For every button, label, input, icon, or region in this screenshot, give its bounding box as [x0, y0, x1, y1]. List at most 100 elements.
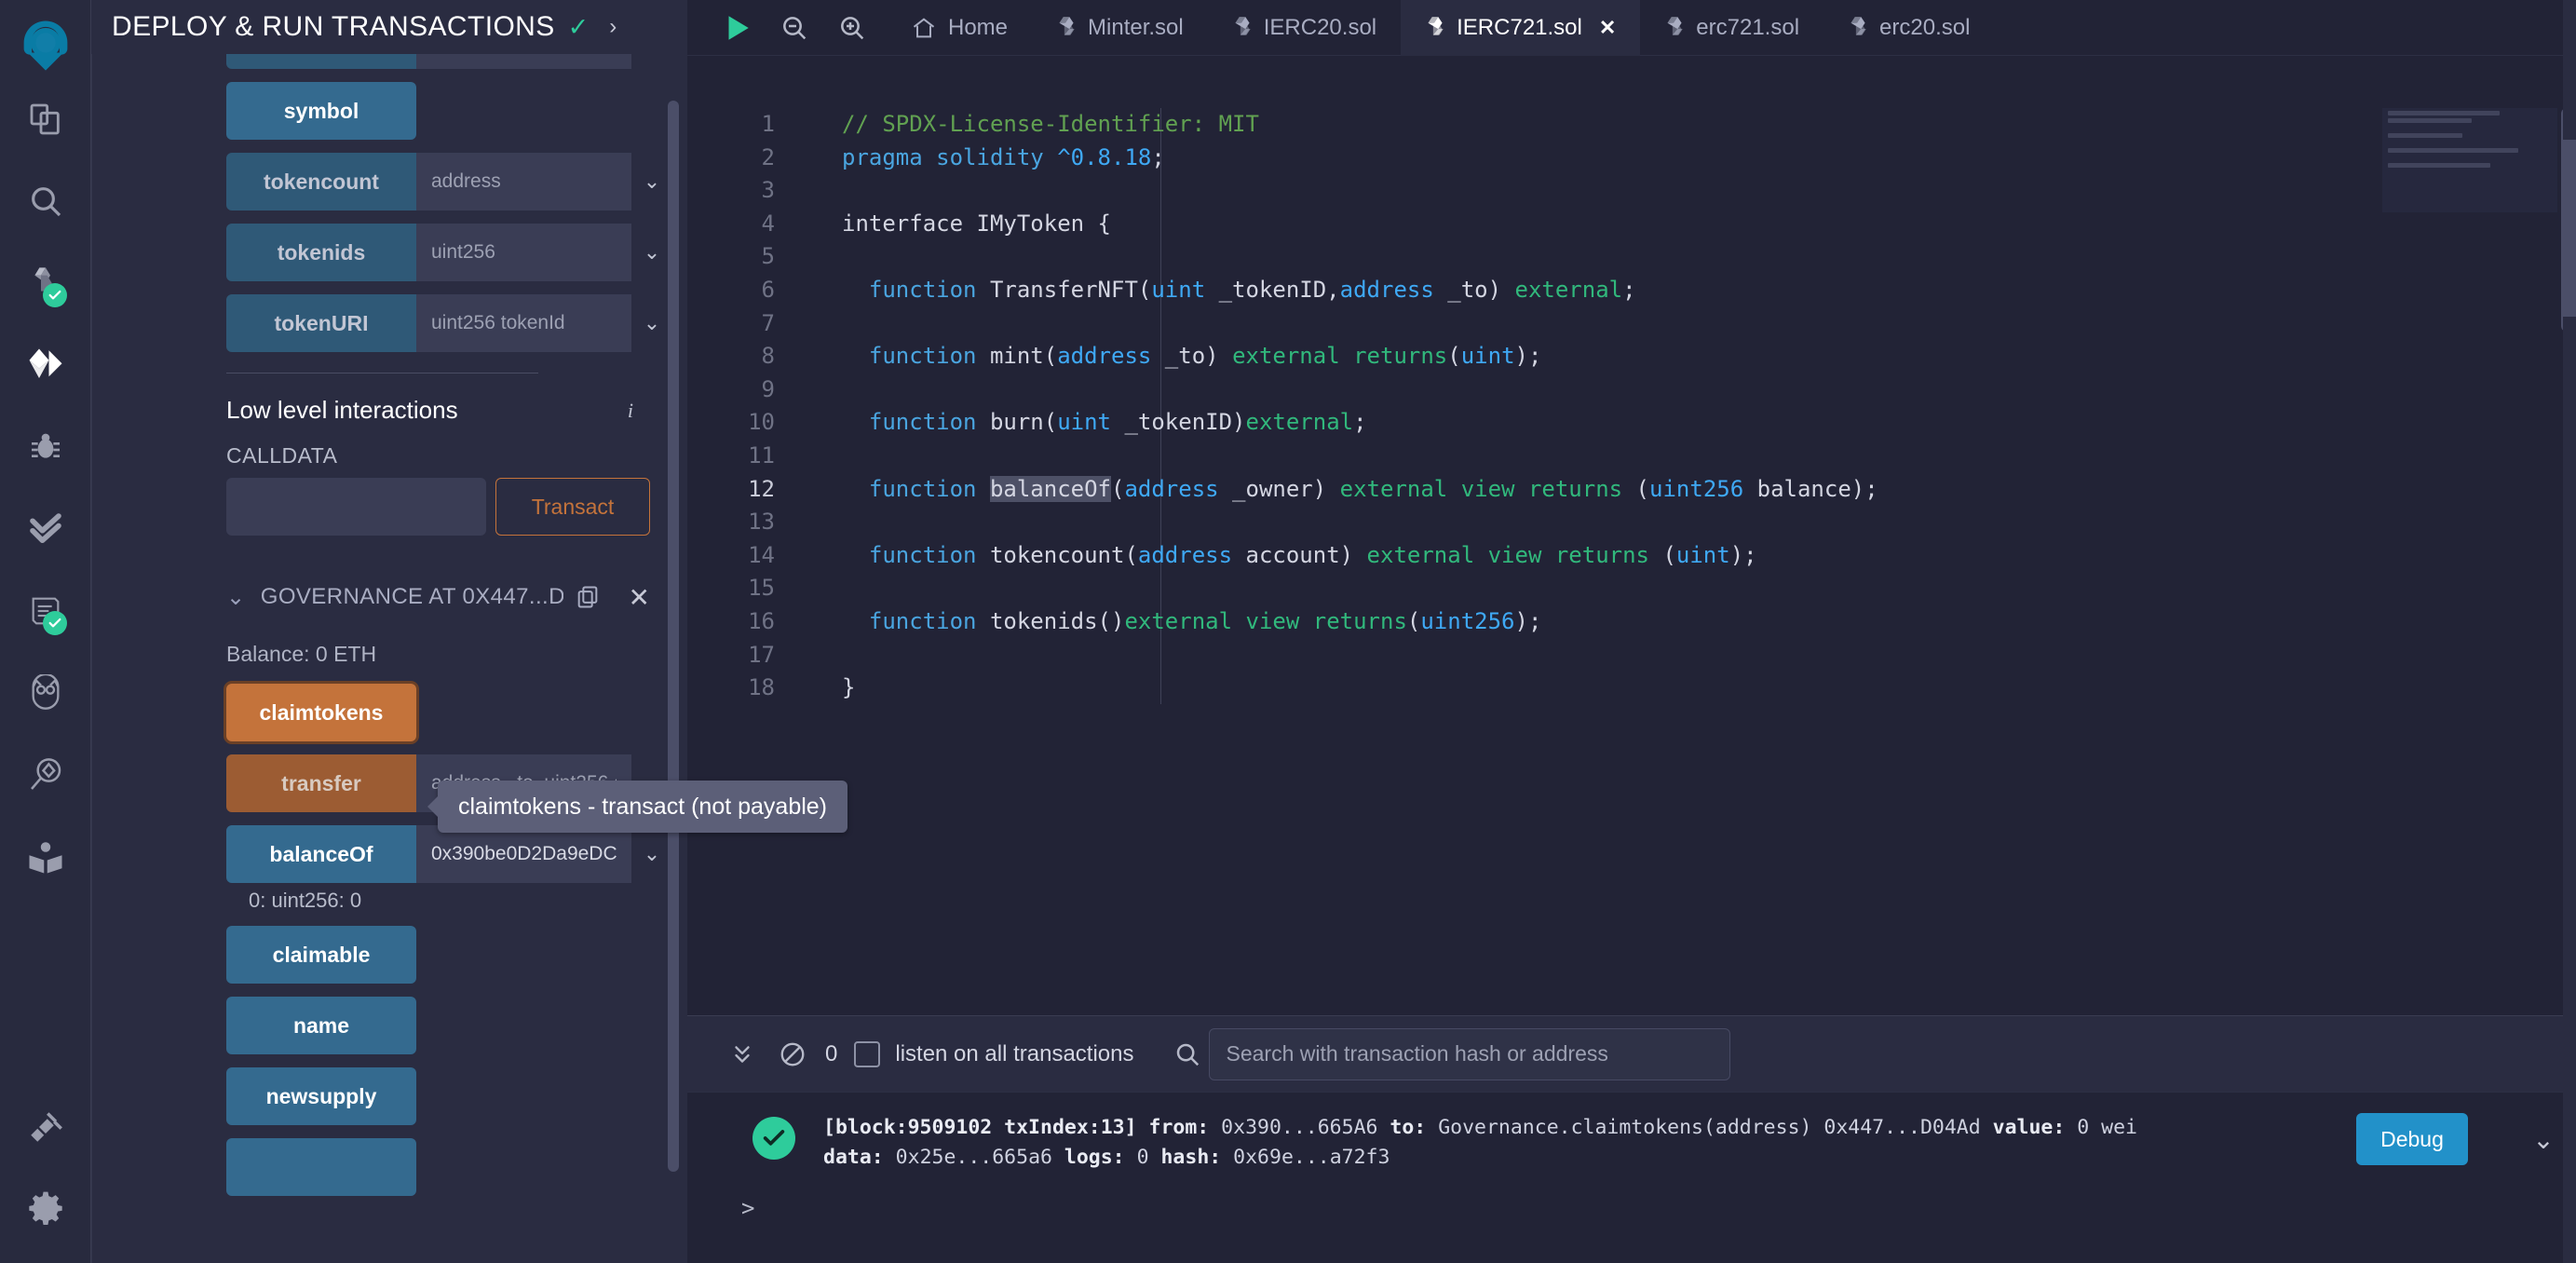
function-input-tokencount[interactable] — [416, 153, 631, 210]
plugin-manager-icon — [26, 1107, 65, 1147]
transaction-search-input[interactable] — [1208, 1027, 1730, 1080]
tab-label: erc20.sol — [1879, 15, 1971, 40]
terminal-prompt[interactable]: > — [687, 1173, 2576, 1221]
function-button-balanceof[interactable]: balanceOf — [226, 825, 416, 883]
tab-home[interactable]: Home — [887, 0, 1032, 56]
line-number: 6 — [761, 276, 775, 303]
sidebar-item-learneth[interactable] — [0, 816, 91, 898]
code-line: 14 function tokencount(address account) … — [687, 539, 2576, 573]
main-area: Home Minter.sol IERC20.sol IERC721.sol ✕… — [687, 0, 2576, 1263]
tab-erc20-sol[interactable]: erc20.sol — [1824, 0, 1994, 56]
listen-all-transactions-checkbox[interactable] — [854, 1040, 881, 1067]
compiler-success-badge-icon — [42, 283, 67, 307]
window-scrollbar-thumb[interactable] — [2563, 140, 2576, 317]
deployed-function-row: tokencount ⌄ — [92, 153, 672, 210]
terminal-panel: 0 listen on all transactions [block:950 — [687, 1015, 2576, 1263]
code-text: function balanceOf(address _owner) exter… — [868, 475, 1878, 502]
chevron-down-icon[interactable]: ⌄ — [631, 825, 672, 883]
chevron-down-icon[interactable]: ⌄ — [631, 294, 672, 352]
function-button-name[interactable]: name — [226, 997, 416, 1054]
tab-erc721-sol[interactable]: erc721.sol — [1640, 0, 1824, 56]
sidebar-item-search[interactable] — [0, 160, 91, 242]
chevron-down-icon[interactable]: ⌄ — [226, 584, 261, 611]
zoom-in-icon[interactable] — [823, 0, 881, 56]
code-line: 10 function burn(uint _tokenID)external; — [687, 406, 2576, 440]
function-button-tokencount[interactable]: tokencount — [226, 153, 416, 210]
sidebar-item-debugger[interactable] — [0, 406, 91, 488]
transaction-log-line-1: [block:9509102 txIndex:13] from: 0x390..… — [823, 1116, 2137, 1139]
code-line: 4 interface IMyToken { — [687, 208, 2576, 241]
function-input-tokenids[interactable] — [416, 224, 631, 281]
deployed-function-row: tokenURI ⌄ — [92, 294, 672, 352]
sidebar-item-file-explorer[interactable] — [0, 78, 91, 160]
editor-minimap[interactable] — [2382, 108, 2557, 212]
remix-logo[interactable] — [12, 11, 79, 78]
transact-button[interactable]: Transact — [495, 478, 650, 536]
sidebar-item-sourcify[interactable] — [0, 652, 91, 734]
sidebar-item-contract-verification[interactable] — [0, 734, 91, 816]
function-button-partial-bottom[interactable] — [226, 1138, 416, 1196]
line-number: 5 — [761, 243, 775, 270]
transaction-log-row: [block:9509102 txIndex:13] from: 0x390..… — [687, 1113, 2576, 1173]
sidebar-item-settings[interactable] — [0, 1168, 91, 1250]
search-icon — [1166, 1040, 1209, 1068]
tab-label: Home — [948, 15, 1009, 40]
line-number: 12 — [748, 475, 775, 502]
function-button-symbol[interactable]: symbol — [226, 82, 416, 140]
tab-ierc20-sol[interactable]: IERC20.sol — [1208, 0, 1401, 56]
tab-label: Minter.sol — [1088, 15, 1184, 40]
clear-console-icon[interactable] — [767, 1016, 818, 1093]
function-input-partial[interactable] — [416, 54, 631, 69]
chevron-down-icon[interactable]: ⌄ — [631, 224, 672, 281]
deployed-instance-title: GOVERNANCE AT 0X447...D04AD — [260, 584, 563, 609]
line-number: 11 — [748, 441, 775, 469]
sidebar-item-solidity-compiler[interactable] — [0, 242, 91, 324]
panel-expand-caret-icon[interactable]: › — [609, 14, 617, 40]
function-button-partial[interactable] — [226, 54, 416, 69]
chevron-down-icon[interactable]: ⌄ — [631, 54, 672, 69]
tab-minter-sol[interactable]: Minter.sol — [1032, 0, 1208, 56]
calldata-input[interactable] — [226, 478, 486, 536]
sidebar-item-dapp[interactable] — [0, 570, 91, 652]
low-level-interactions-header: Low level interactions i — [226, 396, 654, 425]
sidebar-item-solidity-analyzer[interactable] — [0, 488, 91, 570]
function-button-claimtokens[interactable]: claimtokens — [226, 684, 416, 741]
function-button-tokenids[interactable]: tokenids — [226, 224, 416, 281]
function-input-tokenuri[interactable] — [416, 294, 631, 352]
info-icon[interactable]: i — [628, 399, 654, 423]
zoom-out-icon[interactable] — [766, 0, 823, 56]
line-number: 16 — [748, 607, 775, 634]
tab-ierc721-sol[interactable]: IERC721.sol ✕ — [1401, 0, 1641, 56]
panel-scrollbar[interactable] — [668, 101, 679, 1172]
copy-icon[interactable] — [575, 584, 601, 610]
code-lines: 1 // SPDX-License-Identifier: MIT 2 pragma … — [687, 108, 2576, 705]
function-button-tokenuri[interactable]: tokenURI — [226, 294, 416, 352]
function-button-newsupply[interactable]: newsupply — [226, 1067, 416, 1125]
sidebar-item-plugin-manager[interactable] — [0, 1086, 91, 1168]
code-text: function burn(uint _tokenID)external; — [868, 409, 1367, 436]
close-icon[interactable]: ✕ — [629, 582, 650, 613]
window-scrollbar[interactable] — [2563, 0, 2576, 1263]
function-input-balanceof[interactable] — [416, 825, 631, 883]
calldata-row: Transact — [226, 478, 672, 536]
code-editor[interactable]: 1 // SPDX-License-Identifier: MIT 2 pragma … — [687, 56, 2576, 1015]
listen-all-transactions-label: listen on all transactions — [895, 1040, 1134, 1066]
debug-button[interactable]: Debug — [2356, 1113, 2468, 1165]
line-number: 9 — [761, 375, 775, 402]
code-line: 17 — [687, 639, 2576, 672]
code-line: 15 — [687, 572, 2576, 605]
function-button-transfer[interactable]: transfer — [226, 754, 416, 812]
run-play-icon[interactable] — [708, 0, 766, 56]
chevrons-down-icon[interactable] — [717, 1016, 767, 1093]
transaction-log-text[interactable]: [block:9509102 txIndex:13] from: 0x390..… — [823, 1113, 2328, 1173]
function-button-claimable[interactable]: claimable — [226, 926, 416, 984]
code-line: 2 pragma solidity ^0.8.18; — [687, 142, 2576, 175]
tab-label: erc721.sol — [1696, 15, 1800, 40]
chevron-down-icon[interactable]: ⌄ — [631, 153, 672, 210]
code-line: 8 function mint(address _to) external re… — [687, 340, 2576, 373]
close-icon[interactable]: ✕ — [1599, 16, 1616, 40]
panel-status-check-icon: ✓ — [567, 12, 590, 41]
sidebar-item-deploy-run[interactable] — [0, 324, 91, 406]
